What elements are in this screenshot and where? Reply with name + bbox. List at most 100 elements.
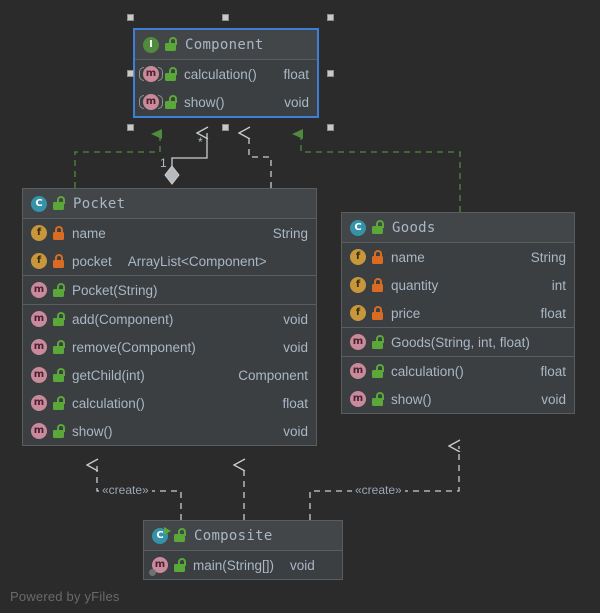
- edge-label-create-goods: «create»: [352, 483, 405, 497]
- member-type: Component: [238, 367, 308, 383]
- lock-icon: [53, 253, 64, 268]
- unlock-icon: [53, 367, 65, 382]
- member-type: float: [540, 305, 566, 321]
- method-icon: m: [350, 363, 366, 379]
- member-row[interactable]: m calculation() float: [342, 357, 574, 385]
- member-row[interactable]: m calculation() float: [135, 60, 317, 88]
- goods-methods-section: m calculation() float m show() void: [342, 357, 574, 413]
- goods-constructors-section: m Goods(String, int, float): [342, 328, 574, 357]
- selection-handle-sw[interactable]: [127, 124, 134, 131]
- unlock-icon: [53, 423, 65, 438]
- unlock-icon: [53, 339, 65, 354]
- aggregation-diamond: [164, 165, 180, 185]
- pocket-fields-section: f name String f pocket ArrayList<Compone…: [23, 219, 316, 276]
- unlock-icon: [53, 311, 65, 326]
- member-type: void: [283, 311, 308, 327]
- lock-icon: [372, 277, 383, 292]
- field-icon: f: [350, 249, 366, 265]
- member-type: float: [282, 395, 308, 411]
- selection-handle-ne[interactable]: [327, 14, 334, 21]
- member-row[interactable]: f price float: [342, 299, 574, 327]
- interface-icon: I: [143, 36, 159, 53]
- member-row[interactable]: m Pocket(String): [23, 276, 316, 304]
- member-row[interactable]: m show() void: [342, 385, 574, 413]
- member-name: remove(Component): [72, 339, 196, 355]
- edge-pocket-depends-component: [249, 133, 272, 188]
- pocket-methods-section: m add(Component) void m remove(Component…: [23, 305, 316, 445]
- unlock-icon: [372, 220, 384, 234]
- member-name: calculation(): [391, 363, 464, 379]
- class-icon: C: [350, 219, 366, 236]
- unlock-icon: [165, 94, 177, 109]
- method-icon: m: [31, 423, 47, 439]
- unlock-icon: [53, 196, 65, 210]
- selection-handle-nw[interactable]: [127, 14, 134, 21]
- goods-fields-section: f name String f quantity int f price flo…: [342, 243, 574, 328]
- member-row[interactable]: f name String: [23, 219, 316, 247]
- unlock-icon: [53, 395, 65, 410]
- member-row[interactable]: m add(Component) void: [23, 305, 316, 333]
- component-title: Component: [185, 36, 264, 53]
- uml-class-goods[interactable]: C Goods f name String f quantity int f p…: [341, 212, 575, 414]
- method-icon: m: [31, 282, 47, 298]
- component-methods-section: m calculation() float m show() void: [135, 60, 317, 116]
- field-icon: f: [350, 305, 366, 321]
- main-method-icon: m: [149, 557, 168, 576]
- method-icon: m: [350, 391, 366, 407]
- selection-handle-s[interactable]: [222, 124, 229, 131]
- selection-handle-e[interactable]: [327, 70, 334, 77]
- member-row[interactable]: m Goods(String, int, float): [342, 328, 574, 356]
- member-name: Pocket(String): [72, 282, 158, 298]
- uml-class-composite[interactable]: C Composite m main(String[]) void: [143, 520, 343, 580]
- component-header[interactable]: I Component: [135, 30, 317, 60]
- member-type: void: [283, 339, 308, 355]
- member-row[interactable]: m remove(Component) void: [23, 333, 316, 361]
- selection-handle-w[interactable]: [127, 70, 134, 77]
- member-row[interactable]: m getChild(int) Component: [23, 361, 316, 389]
- member-row[interactable]: m show() void: [23, 417, 316, 445]
- unlock-icon: [372, 334, 384, 349]
- class-icon: C: [31, 195, 47, 212]
- member-type: ArrayList<Component>: [127, 253, 267, 269]
- uml-class-pocket[interactable]: C Pocket f name String f pocket ArrayLis…: [22, 188, 317, 446]
- member-name: quantity: [391, 277, 439, 293]
- member-row[interactable]: f quantity int: [342, 271, 574, 299]
- member-name: Goods(String, int, float): [391, 334, 530, 350]
- uml-class-component[interactable]: I Component m calculation() float m show…: [133, 28, 319, 118]
- method-icon: m: [350, 334, 366, 350]
- member-name: show(): [184, 94, 225, 110]
- unlock-icon: [174, 557, 186, 572]
- lock-icon: [372, 305, 383, 320]
- member-name: price: [391, 305, 421, 321]
- edge-pocket-realizes-component: [74, 129, 162, 188]
- member-row[interactable]: m show() void: [135, 88, 317, 116]
- member-row[interactable]: f name String: [342, 243, 574, 271]
- goods-header[interactable]: C Goods: [342, 213, 574, 243]
- unlock-icon: [174, 528, 186, 542]
- composite-title: Composite: [194, 527, 273, 544]
- member-name: calculation(): [184, 66, 257, 82]
- member-row[interactable]: m calculation() float: [23, 389, 316, 417]
- method-icon: m: [31, 367, 47, 383]
- multiplicity-target: *: [198, 135, 203, 149]
- field-icon: f: [350, 277, 366, 293]
- lock-icon: [372, 249, 383, 264]
- unlock-icon: [165, 37, 177, 51]
- selection-handle-n[interactable]: [222, 14, 229, 21]
- pocket-header[interactable]: C Pocket: [23, 189, 316, 219]
- member-row[interactable]: m main(String[]) void: [144, 551, 342, 579]
- unlock-icon: [53, 282, 65, 297]
- member-type: float: [540, 363, 566, 379]
- edge-label-create-pocket: «create»: [99, 483, 152, 497]
- unlock-icon: [165, 66, 177, 81]
- lock-icon: [53, 225, 64, 240]
- selection-handle-se[interactable]: [327, 124, 334, 131]
- member-name: add(Component): [72, 311, 174, 327]
- method-abstract-icon: m: [139, 94, 163, 110]
- member-name: show(): [391, 391, 432, 407]
- member-name: calculation(): [72, 395, 145, 411]
- member-row[interactable]: f pocket ArrayList<Component>: [23, 247, 316, 275]
- composite-methods-section: m main(String[]) void: [144, 551, 342, 579]
- composite-header[interactable]: C Composite: [144, 521, 342, 551]
- diagram-canvas[interactable]: Component : aggregation (solid, diamond …: [0, 0, 600, 613]
